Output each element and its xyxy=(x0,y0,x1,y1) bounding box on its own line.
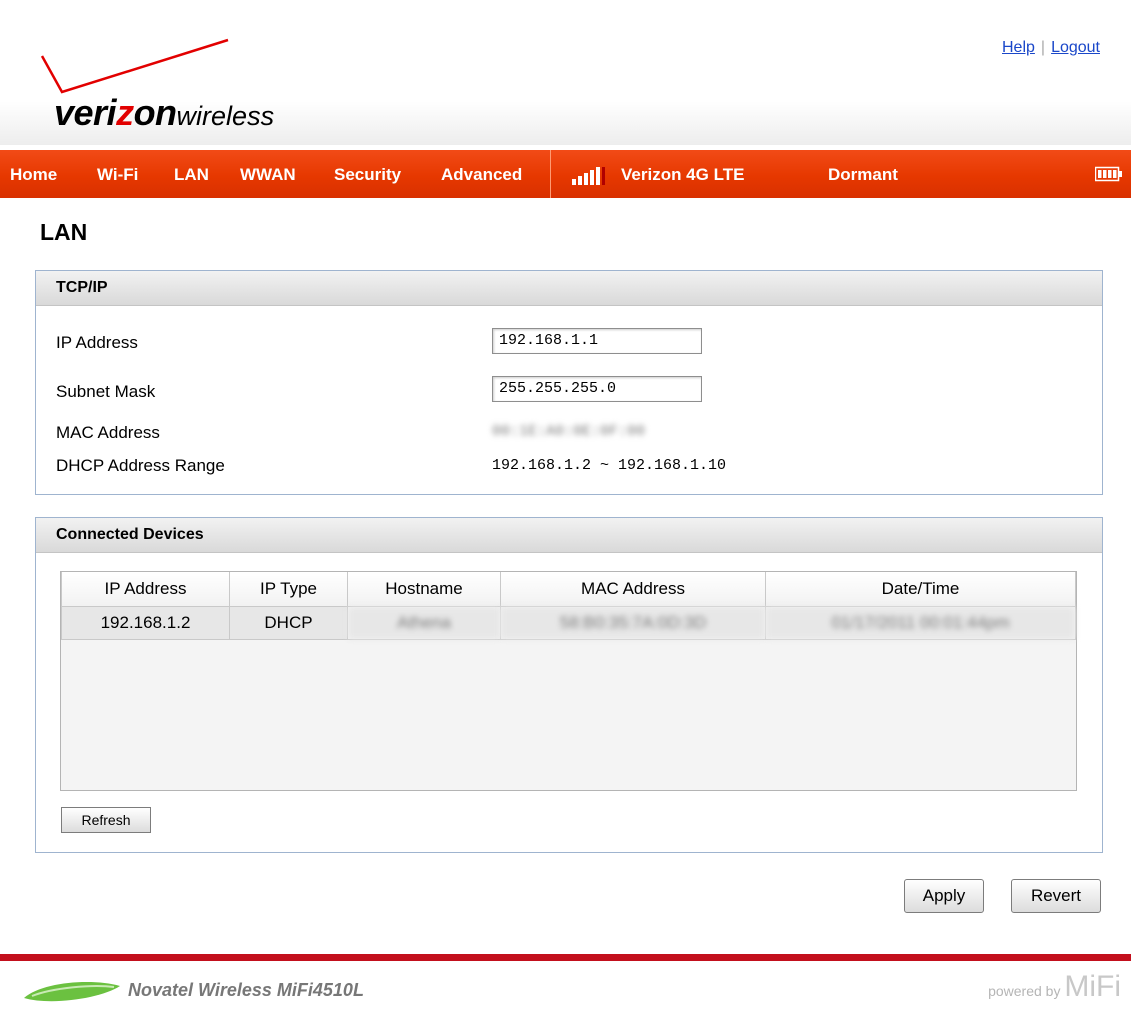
novatel-swoosh-icon xyxy=(24,982,120,1002)
connection-status: Dormant xyxy=(828,165,898,184)
mac-address-value: 00:1E:A0:0E:0F:00 xyxy=(492,423,646,440)
column-ip-type[interactable]: IP Type xyxy=(229,572,348,607)
column-ip-address[interactable]: IP Address xyxy=(61,572,230,607)
powered-by-mifi-logo: powered by MiFi xyxy=(988,970,1121,1004)
nav-advanced[interactable]: Advanced xyxy=(441,165,522,185)
main-nav: Home Wi-Fi LAN WWAN Security Advanced Ve… xyxy=(0,150,1131,198)
verizon-check-icon xyxy=(40,38,229,94)
nav-security[interactable]: Security xyxy=(334,165,401,185)
dhcp-range-label: DHCP Address Range xyxy=(56,456,225,475)
devices-table: IP Address IP Type Hostname MAC Address … xyxy=(60,571,1077,791)
nav-lan[interactable]: LAN xyxy=(174,165,209,185)
product-name: Novatel Wireless MiFi4510L xyxy=(128,980,364,1000)
nav-wwan[interactable]: WWAN xyxy=(240,165,296,185)
ip-address-label: IP Address xyxy=(56,333,138,352)
column-hostname[interactable]: Hostname xyxy=(347,572,501,607)
footer-divider xyxy=(0,954,1131,961)
nav-wifi[interactable]: Wi-Fi xyxy=(97,165,138,185)
top-links: Help | Logout xyxy=(1002,39,1100,57)
revert-button[interactable]: Revert xyxy=(1011,879,1101,913)
help-link[interactable]: Help xyxy=(1002,39,1035,56)
dhcp-range-value: 192.168.1.2 ~ 192.168.1.10 xyxy=(492,457,727,474)
cell-hostname: Athena xyxy=(347,606,501,640)
link-separator: | xyxy=(1040,39,1046,56)
subnet-mask-label: Subnet Mask xyxy=(56,382,156,401)
cell-ip-address: 192.168.1.2 xyxy=(61,606,230,640)
verizon-wordmark: verizonwireless xyxy=(54,92,275,133)
table-row[interactable]: 192.168.1.2 DHCP Athena 58:B0:35:7A:0D:3… xyxy=(61,606,1076,640)
carrier-label: Verizon 4G LTE xyxy=(621,165,745,184)
subnet-mask-input[interactable]: 255.255.255.0 xyxy=(492,376,702,402)
mifi-wordmark: MiFi xyxy=(1064,970,1121,1003)
cell-ip-type: DHCP xyxy=(229,606,348,640)
logout-link[interactable]: Logout xyxy=(1051,39,1100,56)
connected-devices-heading: Connected Devices xyxy=(36,518,1102,553)
table-header-row: IP Address IP Type Hostname MAC Address … xyxy=(61,572,1076,607)
battery-icon xyxy=(1095,166,1122,182)
ip-address-input[interactable]: 192.168.1.1 xyxy=(492,328,702,354)
column-mac-address[interactable]: MAC Address xyxy=(500,572,766,607)
column-date-time[interactable]: Date/Time xyxy=(765,572,1076,607)
powered-by-text: powered by xyxy=(988,983,1061,999)
tcpip-panel: TCP/IP IP Address 192.168.1.1 Subnet Mas… xyxy=(35,270,1103,495)
signal-bars-icon xyxy=(572,167,605,185)
mac-address-label: MAC Address xyxy=(56,423,160,442)
page-title: LAN xyxy=(40,219,88,245)
cell-mac-address: 58:B0:35:7A:0D:3D xyxy=(500,606,766,640)
cell-date-time: 01/17/2011 00:01:44pm xyxy=(765,606,1076,640)
connected-devices-panel: Connected Devices IP Address IP Type Hos… xyxy=(35,517,1103,853)
refresh-button[interactable]: Refresh xyxy=(61,807,151,833)
verizon-logo: verizonwireless xyxy=(40,38,340,138)
page-header: verizonwireless Help | Logout xyxy=(0,0,1131,145)
nav-divider xyxy=(550,150,551,198)
apply-button[interactable]: Apply xyxy=(904,879,984,913)
nav-home[interactable]: Home xyxy=(10,165,57,185)
tcpip-heading: TCP/IP xyxy=(36,271,1102,306)
